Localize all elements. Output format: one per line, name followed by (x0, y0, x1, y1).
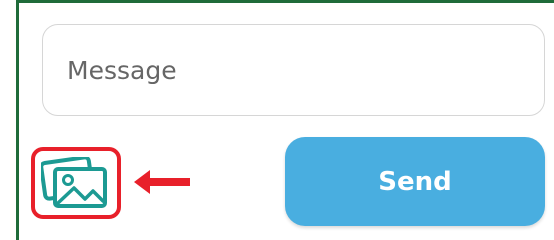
image-gallery-icon (41, 157, 107, 208)
composer-panel: Send (0, 0, 554, 240)
message-input[interactable] (65, 54, 544, 86)
left-arrow-icon (134, 170, 190, 194)
attach-image-button[interactable] (31, 147, 121, 219)
message-field[interactable] (42, 24, 545, 116)
panel-border-top (16, 0, 554, 3)
send-button[interactable]: Send (285, 137, 545, 226)
panel-border-left (16, 0, 19, 240)
